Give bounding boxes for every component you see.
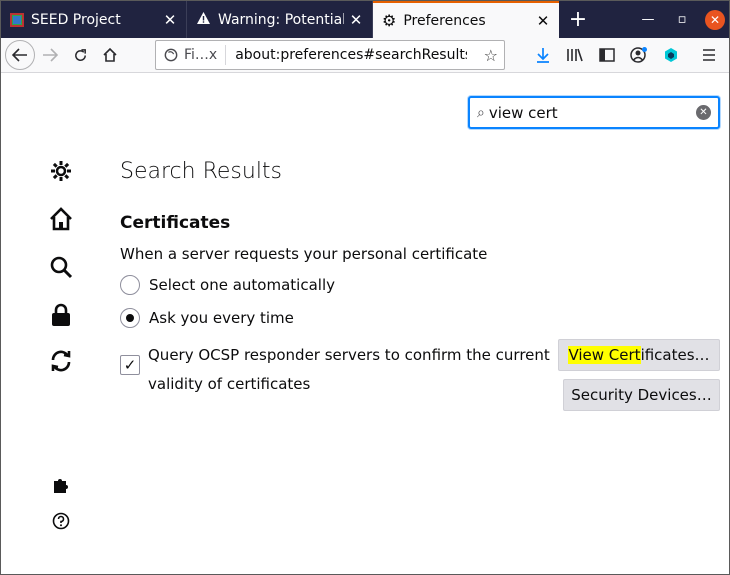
category-search[interactable] — [45, 251, 77, 283]
toolbar-right — [527, 40, 725, 70]
hamburger-menu-icon — [703, 49, 715, 61]
library-icon — [567, 48, 583, 62]
firefox-icon — [164, 48, 178, 62]
radio-select-automatically[interactable]: Select one automatically — [120, 275, 335, 295]
category-home[interactable] — [45, 203, 77, 235]
library-button[interactable] — [559, 40, 591, 70]
radio-button[interactable] — [120, 308, 140, 328]
forward-arrow-icon — [43, 48, 58, 62]
radio-ask-every-time[interactable]: Ask you every time — [120, 308, 294, 328]
security-devices-button[interactable]: Security Devices… — [563, 379, 720, 411]
tab-close-icon[interactable]: ✕ — [158, 11, 182, 29]
view-certificates-button[interactable]: View Cert ificates… — [558, 339, 720, 371]
minimize-icon[interactable]: — — [631, 1, 665, 38]
home-icon — [50, 207, 72, 231]
page-title: Search Results — [120, 159, 283, 184]
tab-title: Warning: Potential — [218, 11, 344, 28]
back-button[interactable] — [5, 40, 35, 70]
maximize-icon[interactable]: ▫ — [665, 1, 699, 38]
ocsp-checkbox-row[interactable]: ✓ Query OCSP responder servers to confir… — [120, 341, 558, 399]
url-bar[interactable]: Fi…x about:preferences#searchResults ☆ — [155, 40, 505, 70]
category-privacy-security[interactable] — [45, 299, 77, 331]
firefox-support-link[interactable] — [45, 505, 77, 537]
preferences-search-box[interactable]: ⌕ ✕ — [468, 96, 720, 129]
tab-title: SEED Project — [31, 11, 121, 28]
download-icon — [537, 48, 549, 63]
ocsp-label-line1: Query OCSP responder servers to confirm … — [148, 346, 550, 364]
identity-box[interactable]: Fi…x — [156, 45, 227, 65]
navigation-bar: Fi…x about:preferences#searchResults ☆ — [1, 38, 729, 73]
category-sync[interactable] — [45, 345, 77, 377]
sidebar-toggle-button[interactable] — [591, 40, 623, 70]
ocsp-checkbox-label: Query OCSP responder servers to confirm … — [148, 341, 558, 399]
tab-title: Preferences — [403, 12, 486, 29]
tab-preferences[interactable]: ⚙ Preferences ✕ — [373, 1, 559, 38]
magnifier-icon — [50, 256, 73, 279]
ocsp-label-line2: validity of certificates — [148, 375, 311, 393]
menu-button[interactable] — [693, 40, 725, 70]
help-icon — [52, 512, 70, 530]
radio-label: Ask you every time — [149, 309, 294, 327]
reload-button[interactable] — [65, 40, 95, 70]
lock-icon — [52, 303, 70, 326]
tab-warning[interactable]: Warning: Potential ✕ — [187, 1, 373, 38]
new-tab-button[interactable]: + — [559, 1, 597, 38]
extension-cube-icon — [665, 48, 677, 62]
bookmark-star-icon[interactable]: ☆ — [484, 46, 498, 65]
ocsp-checkbox[interactable]: ✓ — [120, 355, 140, 375]
seed-favicon-icon — [10, 12, 24, 27]
sync-icon — [51, 350, 71, 372]
back-arrow-icon — [12, 48, 27, 62]
extension-button[interactable] — [655, 40, 687, 70]
forward-button[interactable] — [35, 40, 65, 70]
tab-close-icon[interactable]: ✕ — [344, 11, 368, 29]
gear-icon — [51, 161, 71, 181]
radio-label: Select one automatically — [149, 276, 335, 294]
button-label-rest: ificates… — [640, 346, 710, 364]
home-icon — [103, 47, 117, 62]
tab-strip: SEED Project ✕ Warning: Potential ✕ ⚙ Pr… — [1, 1, 729, 38]
radio-button[interactable] — [120, 275, 140, 295]
category-general[interactable] — [45, 155, 77, 187]
clear-search-icon[interactable]: ✕ — [696, 105, 711, 120]
identity-label: Fi…x — [184, 47, 218, 63]
tab-close-icon[interactable]: ✕ — [531, 12, 555, 30]
gear-icon: ⚙ — [382, 11, 397, 30]
home-button[interactable] — [95, 40, 125, 70]
warning-icon — [196, 11, 211, 29]
tab-seed-project[interactable]: SEED Project ✕ — [1, 1, 187, 38]
button-label: Security Devices… — [571, 386, 712, 404]
preferences-search-input[interactable] — [488, 103, 679, 122]
search-highlight: View Cert — [568, 346, 641, 364]
downloads-button[interactable] — [527, 40, 559, 70]
search-icon: ⌕ — [477, 104, 485, 121]
account-icon — [630, 47, 647, 63]
section-title: Certificates — [120, 213, 231, 233]
browser-window: SEED Project ✕ Warning: Potential ✕ ⚙ Pr… — [0, 0, 730, 575]
section-description: When a server requests your personal cer… — [120, 245, 488, 263]
extensions-themes-link[interactable] — [45, 469, 77, 501]
window-close-icon[interactable]: ✕ — [705, 9, 725, 30]
puzzle-piece-icon — [54, 479, 68, 493]
reload-icon — [74, 48, 86, 61]
sidebar-icon — [599, 48, 615, 62]
window-controls: — ▫ ✕ — [631, 1, 729, 38]
account-button[interactable] — [623, 40, 655, 70]
url-text[interactable]: about:preferences#searchResults — [235, 47, 467, 63]
